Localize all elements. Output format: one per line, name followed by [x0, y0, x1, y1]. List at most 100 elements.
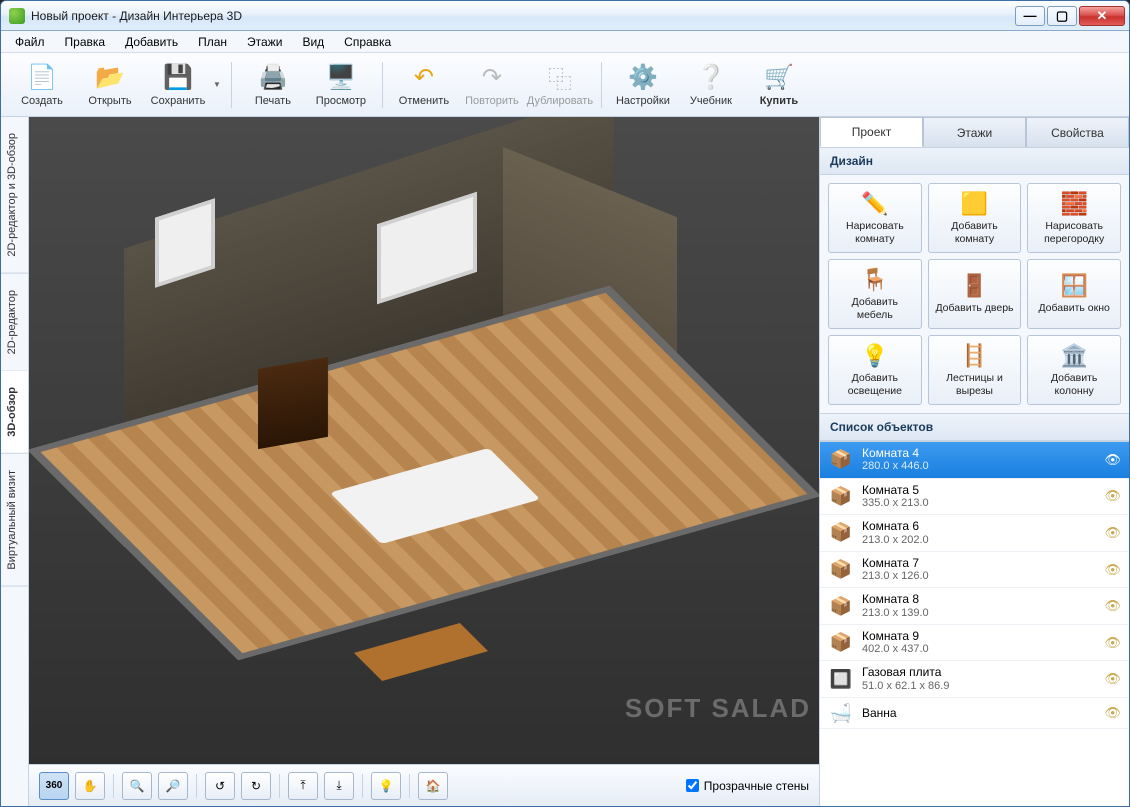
save-icon: 💾 — [163, 62, 193, 92]
tool-stairs[interactable]: 🪜Лестницы и вырезы — [928, 335, 1022, 405]
menu-edit[interactable]: Правка — [57, 33, 114, 51]
view-toolbar: 360 ✋ 🔍 🔎 ↺ ↻ ⤒ ⤓ 💡 🏠 Прозрачные стены — [29, 764, 819, 806]
rotate-360-button[interactable]: 360 — [39, 772, 69, 800]
zoom-out-button[interactable]: 🔍 — [122, 772, 152, 800]
zoom-out-icon: 🔍 — [130, 779, 145, 793]
visibility-eye-icon[interactable]: 👁 — [1104, 562, 1121, 578]
rotate-left-button[interactable]: ↺ — [205, 772, 235, 800]
transparent-walls-label: Прозрачные стены — [704, 779, 809, 793]
save-button[interactable]: 💾Сохранить — [147, 57, 209, 113]
pan-button[interactable]: ✋ — [75, 772, 105, 800]
tool-add-window[interactable]: 🪟Добавить окно — [1027, 259, 1121, 329]
objects-header: Список объектов — [820, 413, 1129, 441]
visibility-eye-icon[interactable]: 👁 — [1104, 635, 1121, 651]
object-text: Комната 9402.0 x 437.0 — [862, 629, 1096, 657]
transparent-walls-input[interactable] — [686, 779, 699, 792]
tutorial-button[interactable]: ❔Учебник — [680, 57, 742, 113]
tool-add-room[interactable]: 🟨Добавить комнату — [928, 183, 1022, 253]
maximize-button[interactable]: ▢ — [1047, 6, 1077, 26]
transparent-walls-checkbox[interactable]: Прозрачные стены — [686, 779, 809, 793]
tilt-up-button[interactable]: ⤒ — [288, 772, 318, 800]
tilt-down-button[interactable]: ⤓ — [324, 772, 354, 800]
save-dropdown-icon[interactable]: ▼ — [213, 80, 221, 89]
view-separator — [113, 774, 114, 798]
buy-button[interactable]: 🛒Купить — [748, 57, 810, 113]
object-list-item[interactable]: 📦 Комната 7213.0 x 126.0 👁 — [820, 552, 1129, 589]
menu-view[interactable]: Вид — [294, 33, 332, 51]
object-icon: 📦 — [828, 559, 854, 581]
close-button[interactable]: ✕ — [1079, 6, 1125, 26]
visibility-eye-icon[interactable]: 👁 — [1104, 525, 1121, 541]
visibility-eye-icon[interactable]: 👁 — [1104, 705, 1121, 721]
help-icon: ❔ — [696, 62, 726, 92]
zoom-in-button[interactable]: 🔎 — [158, 772, 188, 800]
object-list[interactable]: 📦Комната 4280.0 x 446.0👁📦Комната 5335.0 … — [820, 441, 1129, 806]
watermark: SOFT SALAD — [625, 693, 811, 724]
side-tabs: 2D-редактор и 3D-обзор 2D-редактор 3D-об… — [1, 117, 29, 806]
hand-icon: ✋ — [83, 779, 98, 793]
cart-icon: 🛒 — [764, 62, 794, 92]
object-dimensions: 213.0 x 139.0 — [862, 607, 1096, 620]
menu-add[interactable]: Добавить — [117, 33, 186, 51]
menu-help[interactable]: Справка — [336, 33, 399, 51]
sidetab-virtual-visit[interactable]: Виртуальный визит — [1, 454, 28, 587]
menu-file[interactable]: Файл — [7, 33, 53, 51]
sidetab-2d-editor[interactable]: 2D-редактор — [1, 274, 28, 371]
settings-button[interactable]: ⚙️Настройки — [612, 57, 674, 113]
redo-button[interactable]: ↷Повторить — [461, 57, 523, 113]
printer-icon: 🖨️ — [258, 62, 288, 92]
tool-draw-room[interactable]: ✏️Нарисовать комнату — [828, 183, 922, 253]
app-window: Новый проект - Дизайн Интерьера 3D — ▢ ✕… — [0, 0, 1130, 807]
visibility-eye-icon[interactable]: 👁 — [1104, 488, 1121, 504]
object-list-item[interactable]: 📦Комната 6213.0 x 202.0👁 — [820, 515, 1129, 552]
undo-button[interactable]: ↶Отменить — [393, 57, 455, 113]
object-text: Комната 8213.0 x 139.0 — [862, 592, 1096, 620]
window-icon: 🪟 — [1060, 273, 1087, 299]
chair-icon: 🪑 — [861, 267, 888, 293]
sidetab-3d-view[interactable]: 3D-обзор — [1, 371, 28, 454]
tab-project[interactable]: Проект — [820, 117, 923, 147]
menu-floors[interactable]: Этажи — [239, 33, 290, 51]
window-controls: — ▢ ✕ — [1015, 6, 1125, 26]
preview-button[interactable]: 🖥️Просмотр — [310, 57, 372, 113]
create-button[interactable]: 📄Создать — [11, 57, 73, 113]
lighting-button[interactable]: 💡 — [371, 772, 401, 800]
object-text: Комната 6213.0 x 202.0 — [862, 519, 1096, 547]
tool-draw-partition[interactable]: 🧱Нарисовать перегородку — [1027, 183, 1121, 253]
stairs-icon: 🪜 — [961, 343, 988, 369]
menu-plan[interactable]: План — [190, 33, 235, 51]
object-list-item[interactable]: 🛁Ванна👁 — [820, 698, 1129, 729]
visibility-eye-icon[interactable]: 👁 — [1104, 598, 1121, 614]
toolbar-separator — [601, 62, 602, 108]
tab-properties[interactable]: Свойства — [1026, 117, 1129, 147]
tool-add-furniture[interactable]: 🪑Добавить мебель — [828, 259, 922, 329]
object-list-item[interactable]: 📦Комната 4280.0 x 446.0👁 — [820, 442, 1129, 479]
home-view-button[interactable]: 🏠 — [418, 772, 448, 800]
object-text: Комната 7213.0 x 126.0 — [862, 556, 1096, 584]
object-dimensions: 213.0 x 126.0 — [862, 570, 1096, 583]
tool-add-door[interactable]: 🚪Добавить дверь — [928, 259, 1022, 329]
rotate-right-button[interactable]: ↻ — [241, 772, 271, 800]
visibility-eye-icon[interactable]: 👁 — [1104, 671, 1121, 687]
open-button[interactable]: 📂Открыть — [79, 57, 141, 113]
print-button[interactable]: 🖨️Печать — [242, 57, 304, 113]
object-list-item[interactable]: 📦Комната 5335.0 x 213.0👁 — [820, 479, 1129, 516]
tool-add-light[interactable]: 💡Добавить освещение — [828, 335, 922, 405]
object-dimensions: 213.0 x 202.0 — [862, 534, 1096, 547]
column-icon: 🏛️ — [1060, 343, 1087, 369]
object-name: Комната 9 — [862, 629, 1096, 643]
sidetab-combo[interactable]: 2D-редактор и 3D-обзор — [1, 117, 28, 274]
3d-scene[interactable]: SOFT SALAD — [29, 117, 819, 764]
object-icon: 📦 — [828, 632, 854, 654]
object-list-item[interactable]: 📦Комната 8213.0 x 139.0👁 — [820, 588, 1129, 625]
minimize-button[interactable]: — — [1015, 6, 1045, 26]
duplicate-button[interactable]: ⿻Дублировать — [529, 57, 591, 113]
visibility-eye-icon[interactable]: 👁 — [1104, 452, 1121, 468]
object-list-item[interactable]: 🔲Газовая плита51.0 x 62.1 x 86.9👁 — [820, 661, 1129, 698]
tool-add-column[interactable]: 🏛️Добавить колонну — [1027, 335, 1121, 405]
tilt-up-icon: ⤒ — [300, 778, 305, 793]
view-separator — [279, 774, 280, 798]
view-separator — [362, 774, 363, 798]
object-list-item[interactable]: 📦 Комната 9402.0 x 437.0 👁 — [820, 625, 1129, 662]
tab-floors[interactable]: Этажи — [923, 117, 1026, 147]
